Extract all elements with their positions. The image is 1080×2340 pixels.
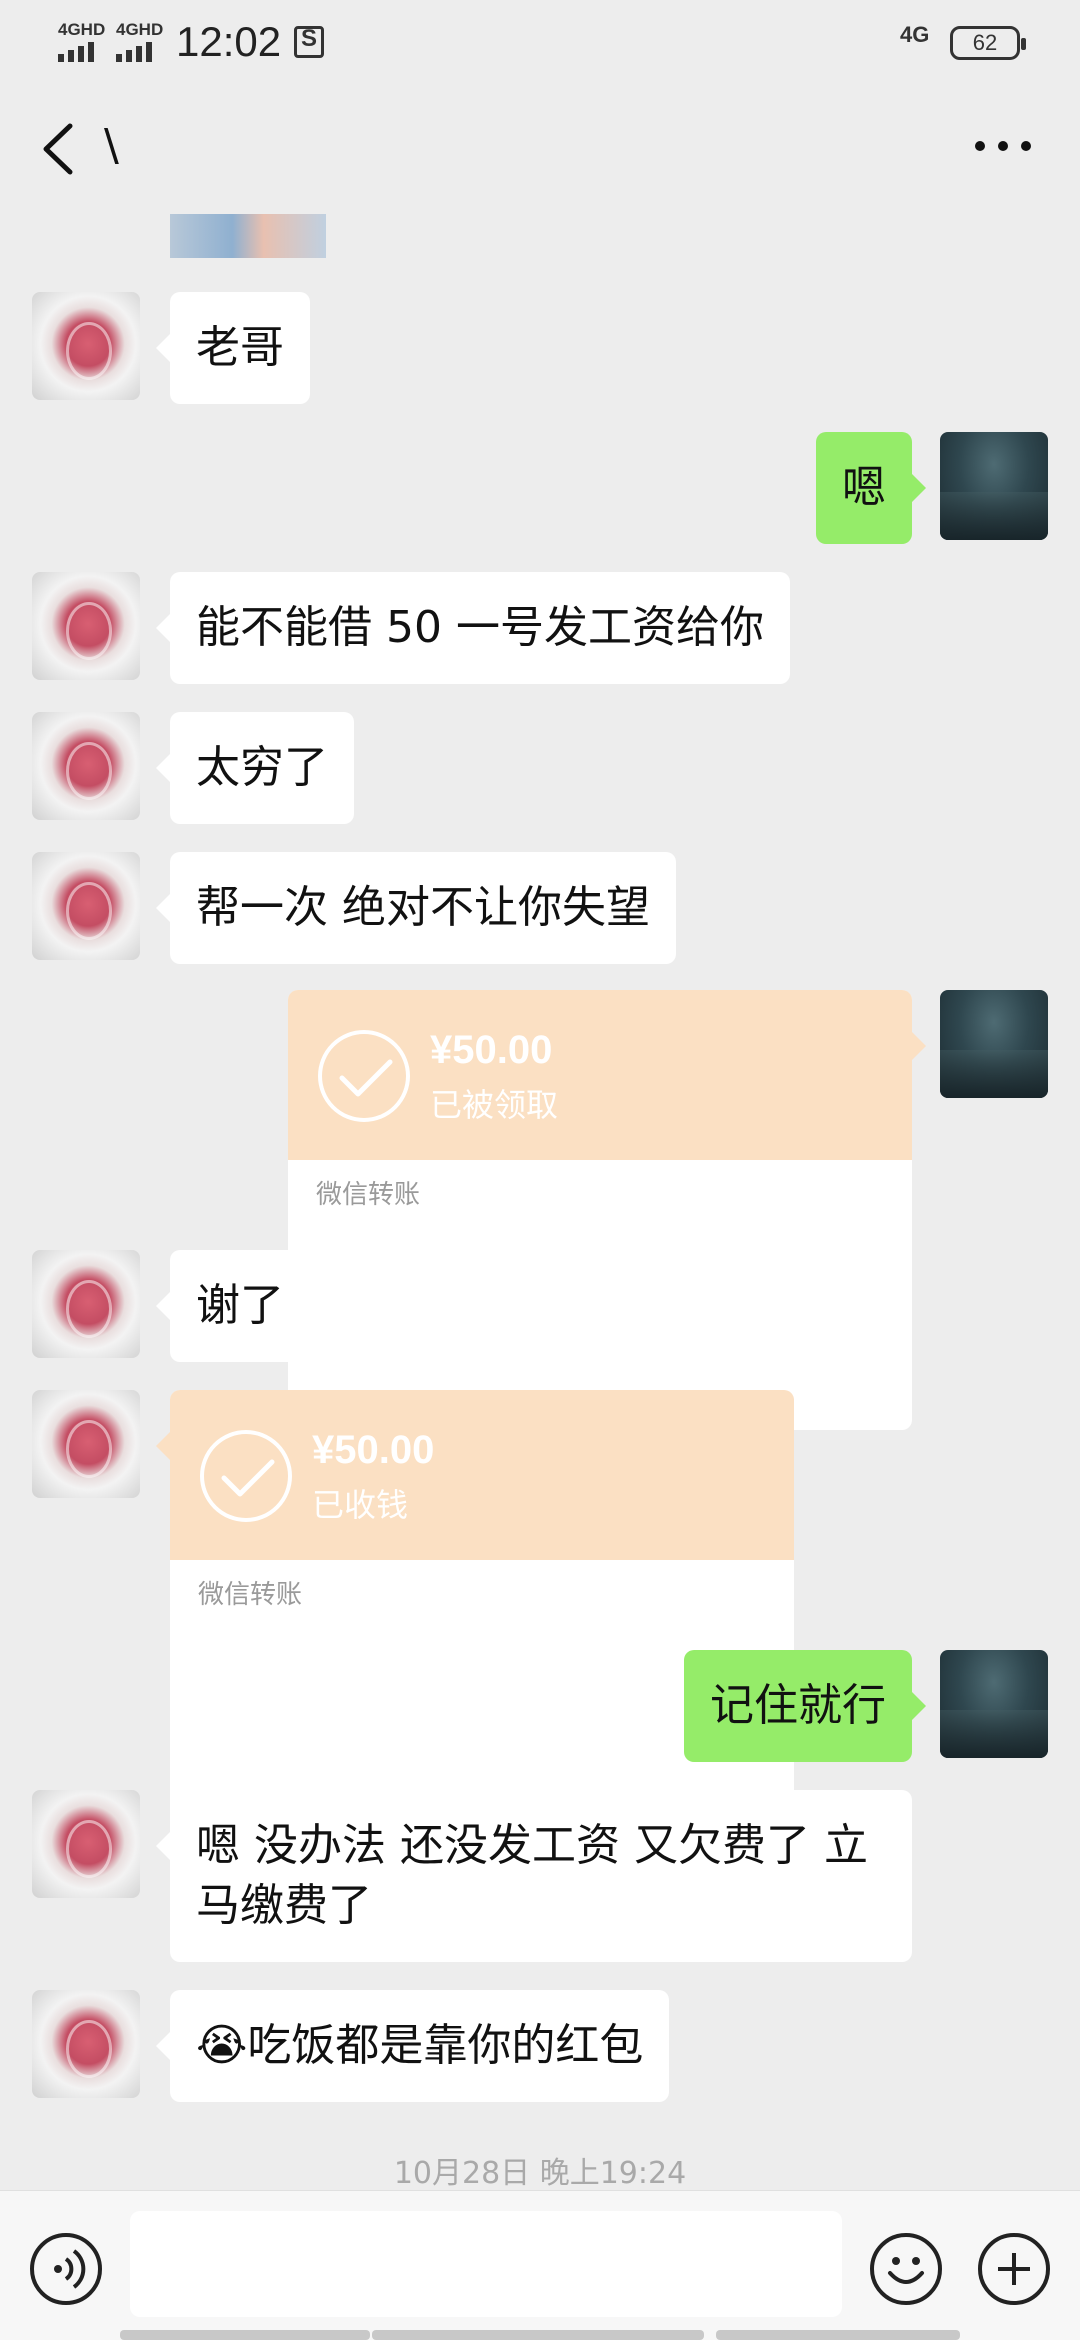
emoji-icon bbox=[888, 2257, 924, 2284]
crying-emoji-icon: 😭 bbox=[196, 2020, 248, 2071]
message-timestamp: 10月28日 晚上19:24 bbox=[393, 2156, 687, 2191]
voice-input-button[interactable] bbox=[30, 2233, 102, 2305]
message-bubble[interactable]: 嗯 bbox=[816, 432, 926, 544]
message-bubble[interactable]: 嗯 没办法 还没发工资 又欠费了 立马缴费了 bbox=[156, 1790, 912, 1962]
friend-avatar[interactable] bbox=[32, 1250, 140, 1358]
message-bubble[interactable]: 😭吃饭都是靠你的红包 bbox=[155, 1990, 670, 2102]
chat-message-list[interactable]: 老哥 嗯 能不能借 50 一号发工资给你 太穷了 帮一次 绝对不让你失望 ¥50… bbox=[0, 214, 1080, 2214]
friend-avatar[interactable] bbox=[32, 1390, 140, 1498]
message-bubble[interactable]: 记住就行 bbox=[684, 1650, 926, 1762]
transfer-amount: ¥50.00 bbox=[430, 1028, 553, 1072]
more-dots-icon bbox=[975, 141, 1031, 151]
friend-avatar[interactable] bbox=[32, 712, 140, 820]
my-avatar[interactable] bbox=[940, 1650, 1048, 1758]
message-bubble[interactable]: 谢了 bbox=[156, 1250, 310, 1362]
message-bubble[interactable]: 能不能借 50 一号发工资给你 bbox=[156, 572, 790, 684]
my-avatar[interactable] bbox=[940, 990, 1048, 1098]
friend-avatar[interactable] bbox=[32, 852, 140, 960]
message-bubble[interactable]: 老哥 bbox=[156, 292, 310, 404]
status-time: 12:02 bbox=[176, 18, 282, 65]
transfer-card-sent[interactable]: ¥50.00 已被领取 微信转账 bbox=[288, 990, 912, 1430]
transfer-card-received[interactable]: ¥50.00 已收钱 微信转账 bbox=[170, 1390, 794, 1830]
nav-bar-segment bbox=[372, 2330, 704, 2340]
image-message-partial[interactable] bbox=[170, 214, 326, 258]
network-4g-indicator: 4G bbox=[900, 22, 930, 47]
transfer-label: 微信转账 bbox=[316, 1180, 421, 1210]
message-bubble[interactable]: 太穷了 bbox=[156, 712, 354, 824]
transfer-status: 已收钱 bbox=[312, 1486, 409, 1524]
transfer-status: 已被领取 bbox=[430, 1086, 559, 1124]
battery-indicator: 62 bbox=[950, 26, 1026, 60]
nav-bar-segment bbox=[120, 2330, 370, 2340]
message-text: 吃饭都是靠你的红包 bbox=[247, 2020, 644, 2071]
status-bar: 4GHD 4GHD 12:02 4G 62 bbox=[0, 0, 1080, 84]
more-functions-button[interactable] bbox=[978, 2233, 1050, 2305]
friend-avatar[interactable] bbox=[32, 572, 140, 680]
bubble-tail bbox=[156, 1432, 170, 1460]
voice-icon bbox=[54, 2249, 86, 2289]
my-avatar[interactable] bbox=[940, 432, 1048, 540]
chat-title: \ bbox=[104, 120, 119, 171]
app-notification-icon bbox=[294, 25, 324, 58]
friend-avatar[interactable] bbox=[32, 1990, 140, 2098]
message-bubble[interactable]: 帮一次 绝对不让你失望 bbox=[156, 852, 676, 964]
emoji-button[interactable] bbox=[870, 2233, 942, 2305]
chat-input-bar bbox=[0, 2190, 1080, 2340]
friend-avatar[interactable] bbox=[32, 1790, 140, 1898]
back-button[interactable] bbox=[30, 114, 90, 184]
network-type-label: 4GHD bbox=[116, 20, 164, 39]
transfer-amount: ¥50.00 bbox=[312, 1428, 435, 1472]
chat-header: \ bbox=[0, 84, 1080, 214]
chevron-left-icon bbox=[43, 123, 73, 175]
bubble-tail bbox=[912, 1032, 926, 1060]
check-icon bbox=[318, 1030, 410, 1122]
transfer-label: 微信转账 bbox=[198, 1580, 303, 1610]
nav-bar-segment bbox=[716, 2330, 960, 2340]
friend-avatar[interactable] bbox=[32, 292, 140, 400]
network-type-label: 4GHD bbox=[58, 20, 106, 39]
check-icon bbox=[200, 1430, 292, 1522]
message-input[interactable] bbox=[130, 2211, 842, 2317]
more-options-button[interactable] bbox=[968, 126, 1038, 166]
